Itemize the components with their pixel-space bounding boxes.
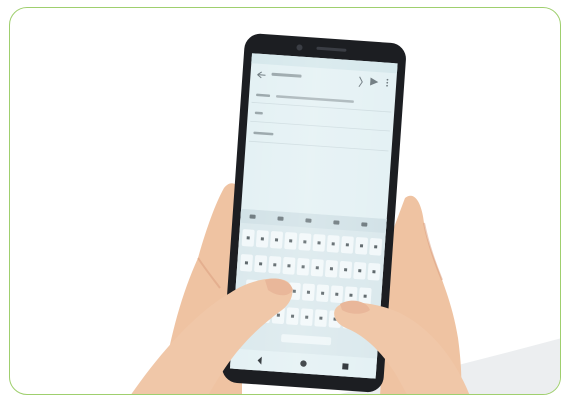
photo-scene [131,33,560,394]
photo-frame [9,7,561,395]
